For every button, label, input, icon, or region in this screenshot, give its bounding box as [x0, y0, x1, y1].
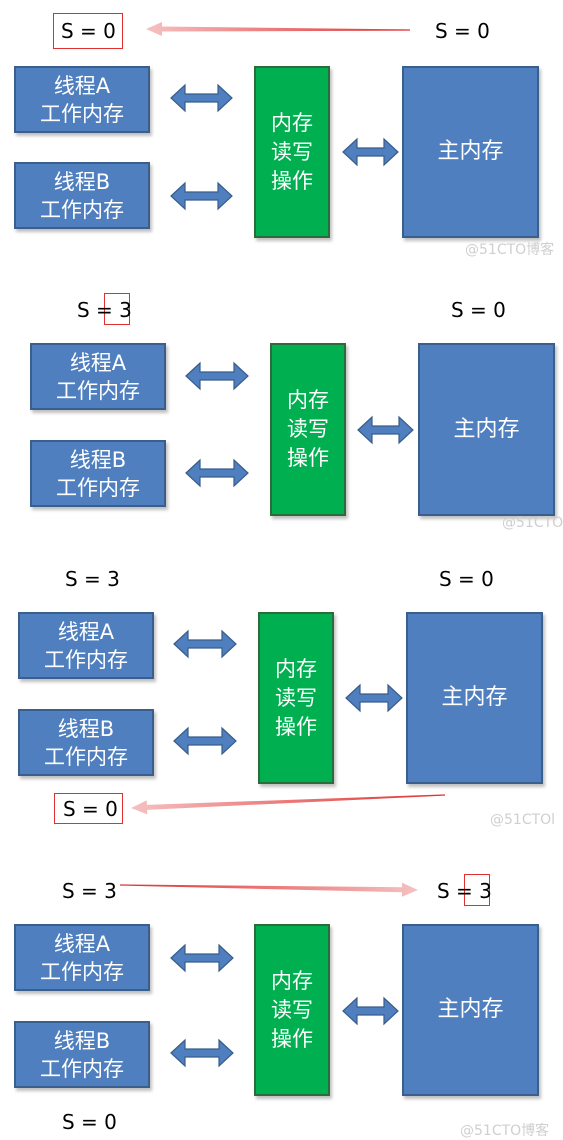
sync-arrow-read-b — [131, 794, 446, 815]
sync-arrow-write — [119, 882, 419, 897]
main-memory-double-arrow — [342, 137, 399, 167]
thread-b-double-arrow — [170, 1038, 234, 1068]
thread-a-double-arrow — [170, 943, 234, 973]
main-memory-double-arrow — [357, 415, 414, 445]
thread-a-double-arrow — [173, 629, 237, 659]
thread-b-double-arrow — [173, 726, 237, 756]
sync-arrow-read — [146, 22, 411, 37]
arrow-layer — [119, 22, 446, 1068]
thread-a-double-arrow — [185, 361, 249, 391]
thread-b-double-arrow — [170, 181, 233, 211]
main-memory-double-arrow — [345, 683, 403, 713]
thread-a-double-arrow — [170, 83, 233, 113]
thread-b-double-arrow — [185, 458, 249, 488]
main-memory-double-arrow — [342, 996, 399, 1026]
